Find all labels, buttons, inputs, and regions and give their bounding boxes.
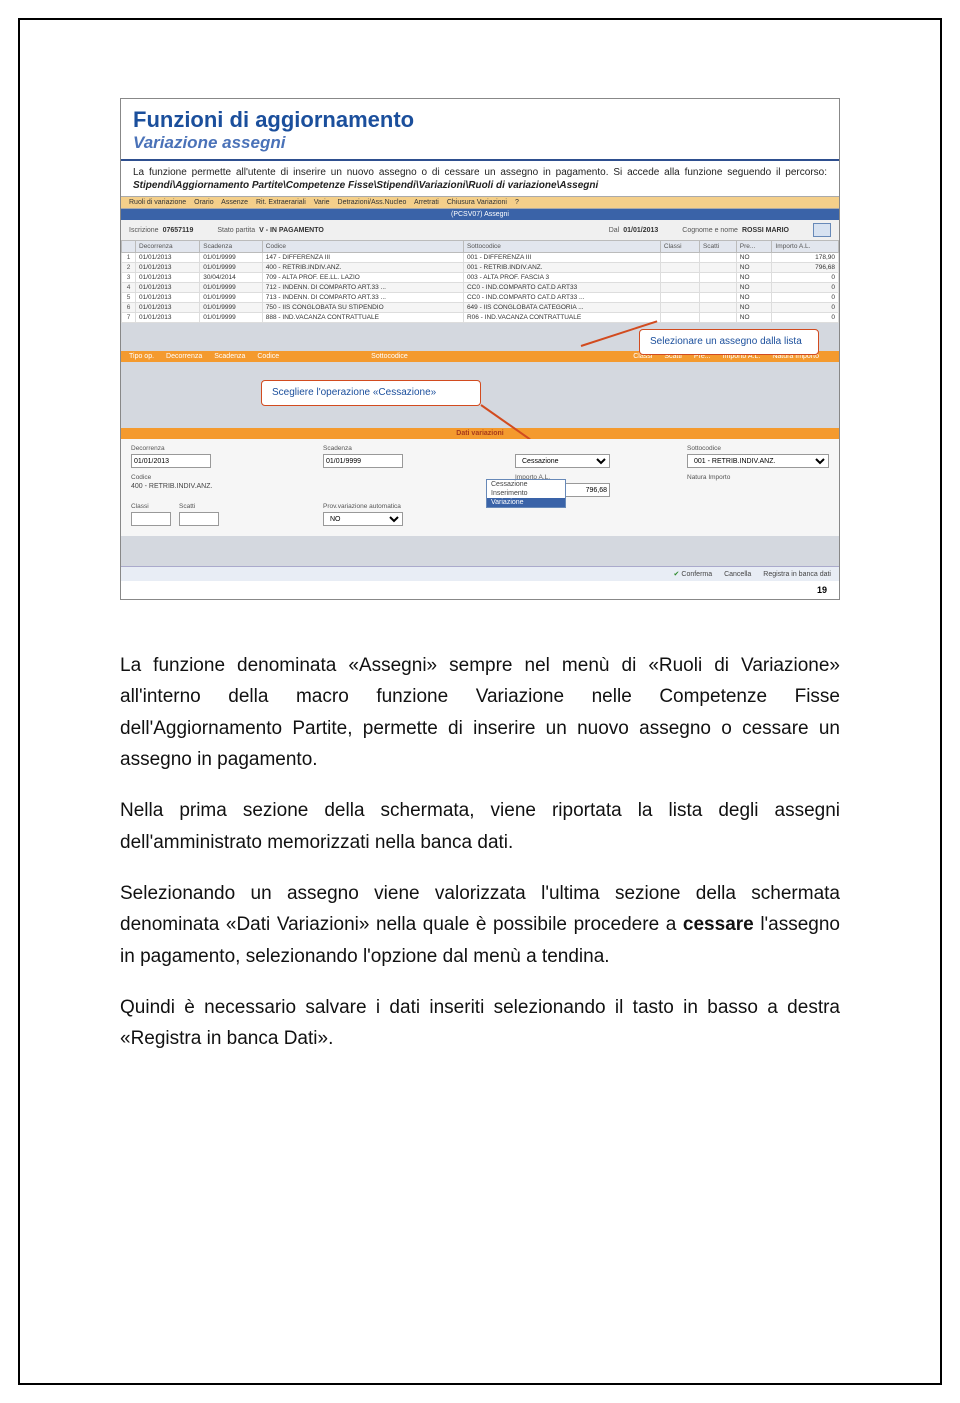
conf-col: Codice bbox=[257, 353, 279, 360]
slide-page-number: 19 bbox=[121, 581, 839, 599]
natura-label: Natura Importo bbox=[687, 474, 829, 481]
col-decorrenza[interactable]: Decorrenza bbox=[136, 241, 200, 253]
scatti-label: Scatti bbox=[179, 503, 219, 510]
body-paragraph: Quindi è necessario salvare i dati inser… bbox=[120, 992, 840, 1055]
table-row[interactable]: 101/01/201301/01/9999147 - DIFFERENZA II… bbox=[122, 253, 839, 263]
classi-input[interactable] bbox=[131, 512, 171, 526]
col-classi[interactable]: Classi bbox=[660, 241, 699, 253]
tipo-operazione-select[interactable]: Cessazione bbox=[515, 454, 610, 468]
table-row[interactable]: 401/01/201301/01/9999712 - INDENN. DI CO… bbox=[122, 283, 839, 293]
tipo-op-label bbox=[515, 445, 675, 452]
col-sottocodice[interactable]: Sottocodice bbox=[463, 241, 660, 253]
scadenza-label: Scadenza bbox=[323, 445, 503, 452]
codice-label: Codice bbox=[131, 474, 311, 481]
tipo-operazione-dropdown[interactable]: Cessazione Inserimento Variazione bbox=[486, 479, 566, 508]
menu-item[interactable]: Chiusura Variazioni bbox=[447, 199, 507, 206]
decorrenza-input[interactable] bbox=[131, 454, 211, 468]
conf-col: Scadenza bbox=[214, 353, 245, 360]
slide-intro: La funzione permette all'utente di inser… bbox=[121, 167, 839, 196]
tip-select-assegno: Selezionare un assegno dalla lista bbox=[639, 329, 819, 355]
registra-button[interactable]: Registra in banca dati bbox=[763, 571, 831, 578]
action-footer: Conferma Cancella Registra in banca dati bbox=[121, 566, 839, 581]
stato-value: V - IN PAGAMENTO bbox=[259, 227, 324, 234]
scatti-input[interactable] bbox=[179, 512, 219, 526]
record-header: Iscrizione 07657119 Stato partita V - IN… bbox=[121, 220, 839, 240]
table-row[interactable]: 301/01/201330/04/2014709 - ALTA PROF. EE… bbox=[122, 273, 839, 283]
dal-value: 01/01/2013 bbox=[623, 227, 658, 234]
iscrizione-label: Iscrizione bbox=[129, 227, 159, 234]
body-paragraph: Nella prima sezione della schermata, vie… bbox=[120, 795, 840, 858]
dropdown-option[interactable]: Cessazione bbox=[487, 480, 565, 489]
nome-label: Cognome e nome bbox=[682, 227, 738, 234]
menu-item[interactable]: Rit. Extraerariali bbox=[256, 199, 306, 206]
profile-icon[interactable] bbox=[813, 223, 831, 237]
conf-col: Sottocodice bbox=[371, 353, 408, 360]
dropdown-option[interactable]: Inserimento bbox=[487, 489, 565, 498]
grey-zone-2: Scegliere l'operazione «Cessazione» bbox=[121, 362, 839, 428]
conferma-button[interactable]: Conferma bbox=[674, 571, 713, 578]
cancella-button[interactable]: Cancella bbox=[724, 571, 751, 578]
tip-choose-cessazione: Scegliere l'operazione «Cessazione» bbox=[261, 380, 481, 406]
conf-col: Decorrenza bbox=[166, 353, 202, 360]
stato-label: Stato partita bbox=[217, 227, 255, 234]
nome-value: ROSSI MARIO bbox=[742, 227, 789, 234]
app-menubar[interactable]: Ruoli di variazione Orario Assenze Rit. … bbox=[121, 196, 839, 209]
codice-value: 400 - RETRIB.INDIV.ANZ. bbox=[131, 483, 311, 490]
col-codice[interactable]: Codice bbox=[262, 241, 463, 253]
menu-item[interactable]: Orario bbox=[194, 199, 213, 206]
slide-title: Funzioni di aggiornamento bbox=[121, 99, 839, 133]
intro-path: Stipendi\Aggiornamento Partite\Competenz… bbox=[133, 180, 598, 191]
document-body: La funzione denominata «Assegni» sempre … bbox=[120, 650, 840, 1055]
decorrenza-label: Decorrenza bbox=[131, 445, 311, 452]
slide-screenshot: Funzioni di aggiornamento Variazione ass… bbox=[120, 98, 840, 600]
col-pre[interactable]: Pre... bbox=[736, 241, 772, 253]
col-scadenza[interactable]: Scadenza bbox=[200, 241, 263, 253]
menu-item[interactable]: Detrazioni/Ass.Nucleo bbox=[338, 199, 407, 206]
body-paragraph: Selezionando un assegno viene valorizzat… bbox=[120, 878, 840, 972]
dal-label: Dal bbox=[609, 227, 620, 234]
sottocodice-form-label: Sottocodice bbox=[687, 445, 829, 452]
screen-title-bar: (PCSV07) Assegni bbox=[121, 209, 839, 220]
sottocodice-select[interactable]: 001 - RETRIB.INDIV.ANZ. bbox=[687, 454, 829, 468]
classi-label: Classi bbox=[131, 503, 171, 510]
conf-col: Tipo op. bbox=[129, 353, 154, 360]
table-row[interactable]: 601/01/201301/01/9999750 - IIS CONGLOBAT… bbox=[122, 303, 839, 313]
menu-item[interactable]: Arretrati bbox=[414, 199, 439, 206]
dati-variazioni-form: Decorrenza Scadenza Cessazione Sottocodi… bbox=[121, 439, 839, 536]
slide-subtitle: Variazione assegni bbox=[121, 133, 839, 159]
prov-label: Prov.variazione automatica bbox=[323, 503, 503, 510]
col-scatti[interactable]: Scatti bbox=[699, 241, 736, 253]
grey-spacer bbox=[121, 536, 839, 566]
col-importo[interactable]: Importo A.L. bbox=[772, 241, 839, 253]
menu-item[interactable]: Varie bbox=[314, 199, 330, 206]
page-border: Funzioni di aggiornamento Variazione ass… bbox=[18, 18, 942, 1385]
body-paragraph: La funzione denominata «Assegni» sempre … bbox=[120, 650, 840, 775]
menu-item[interactable]: Assenze bbox=[221, 199, 248, 206]
intro-text: La funzione permette all'utente di inser… bbox=[133, 167, 827, 178]
table-row[interactable]: 501/01/201301/01/9999713 - INDENN. DI CO… bbox=[122, 293, 839, 303]
table-row[interactable]: 201/01/201301/01/9999400 - RETRIB.INDIV.… bbox=[122, 263, 839, 273]
scadenza-input[interactable] bbox=[323, 454, 403, 468]
menu-item[interactable]: ? bbox=[515, 199, 519, 206]
assegni-table[interactable]: Decorrenza Scadenza Codice Sottocodice C… bbox=[121, 240, 839, 323]
table-row[interactable]: 701/01/201301/01/9999888 - IND.VACANZA C… bbox=[122, 313, 839, 323]
grey-zone-1: Selezionare un assegno dalla lista bbox=[121, 323, 839, 351]
iscrizione-value: 07657119 bbox=[163, 227, 194, 234]
dati-variazioni-header: Dati variazioni bbox=[121, 428, 839, 439]
prov-select[interactable]: NO bbox=[323, 512, 403, 526]
dropdown-option-selected[interactable]: Variazione bbox=[487, 498, 565, 507]
menu-item[interactable]: Ruoli di variazione bbox=[129, 199, 186, 206]
slide-divider bbox=[121, 159, 839, 161]
